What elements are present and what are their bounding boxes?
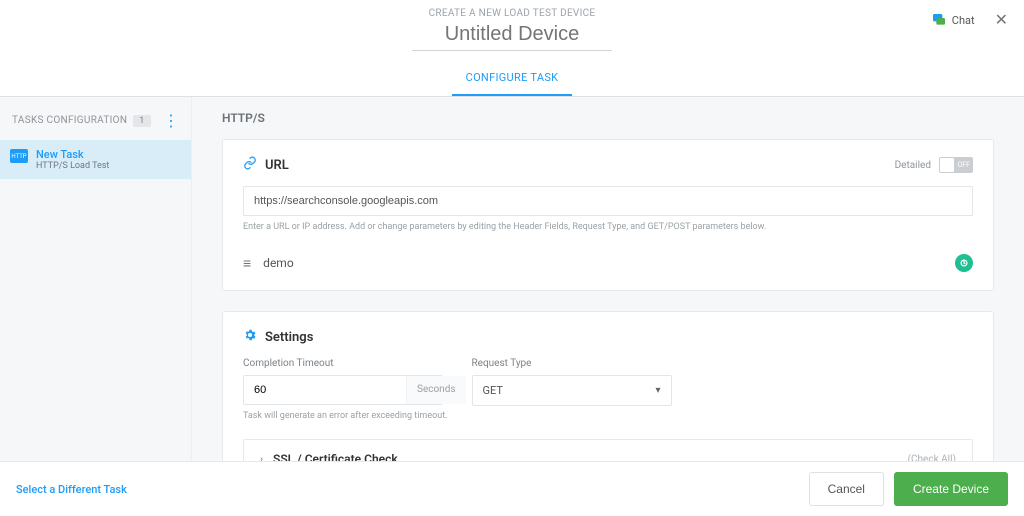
footer: Select a Different Task Cancel Create De… <box>0 461 1024 516</box>
close-icon[interactable]: ✕ <box>993 10 1010 30</box>
header: CREATE A NEW LOAD TEST DEVICE Chat ✕ CON… <box>0 0 1024 97</box>
main-panel[interactable]: HTTP/S URL Detailed OFF <box>192 97 1024 461</box>
sidebar: TASKS CONFIGURATION 1 ⋮ HTTP New Task HT… <box>0 97 192 461</box>
create-device-button[interactable]: Create Device <box>894 472 1008 506</box>
request-type-label: Request Type <box>472 358 672 369</box>
chat-button[interactable]: Chat <box>931 12 975 28</box>
request-type-value: GET <box>483 384 503 397</box>
accordion-ssl[interactable]: › SSL / Certificate Check (Check All) <box>244 440 972 461</box>
settings-accordion: › SSL / Certificate Check (Check All) › … <box>243 439 973 461</box>
step-label[interactable]: demo <box>263 256 943 270</box>
toggle-state: OFF <box>957 161 970 169</box>
timeout-helper: Task will generate an error after exceed… <box>243 411 448 421</box>
select-different-task-link[interactable]: Select a Different Task <box>16 483 127 496</box>
timeout-input[interactable] <box>244 376 406 404</box>
http-task-icon: HTTP <box>10 149 28 163</box>
url-card: URL Detailed OFF Enter a URL or IP addre… <box>222 139 994 291</box>
link-icon <box>243 156 257 174</box>
chevron-down-icon: ▾ <box>655 385 660 396</box>
header-overline: CREATE A NEW LOAD TEST DEVICE <box>429 8 596 19</box>
drag-handle-icon[interactable]: ≡ <box>243 255 251 272</box>
sidebar-title: TASKS CONFIGURATION 1 <box>12 115 151 127</box>
step-status-icon <box>955 254 973 272</box>
timeout-label: Completion Timeout <box>243 358 448 369</box>
task-name: New Task <box>36 148 109 161</box>
detailed-label: Detailed <box>895 160 931 171</box>
accordion-ssl-meta: (Check All) <box>908 454 956 462</box>
section-label: HTTP/S <box>222 111 994 125</box>
tab-configure-task[interactable]: CONFIGURE TASK <box>452 63 573 96</box>
settings-card: Settings Completion Timeout Seconds Task… <box>222 311 994 461</box>
more-icon[interactable]: ⋮ <box>161 111 181 130</box>
tabbar: CONFIGURE TASK <box>0 63 1024 96</box>
request-type-select[interactable]: GET ▾ <box>472 375 672 406</box>
gear-icon <box>243 328 257 346</box>
url-helper: Enter a URL or IP address. Add or change… <box>243 222 973 232</box>
device-title-input[interactable] <box>412 21 612 51</box>
settings-card-title: Settings <box>265 330 313 345</box>
timeout-unit: Seconds <box>406 376 466 404</box>
sidebar-task-item[interactable]: HTTP New Task HTTP/S Load Test <box>0 140 191 179</box>
detailed-toggle[interactable]: OFF <box>939 157 973 173</box>
chat-label: Chat <box>952 14 975 27</box>
cancel-button[interactable]: Cancel <box>809 472 884 506</box>
task-count-badge: 1 <box>133 115 150 127</box>
url-card-title: URL <box>265 158 289 173</box>
task-type: HTTP/S Load Test <box>36 161 109 171</box>
url-input[interactable] <box>243 186 973 216</box>
chat-icon <box>931 12 947 28</box>
chevron-right-icon: › <box>260 454 263 462</box>
